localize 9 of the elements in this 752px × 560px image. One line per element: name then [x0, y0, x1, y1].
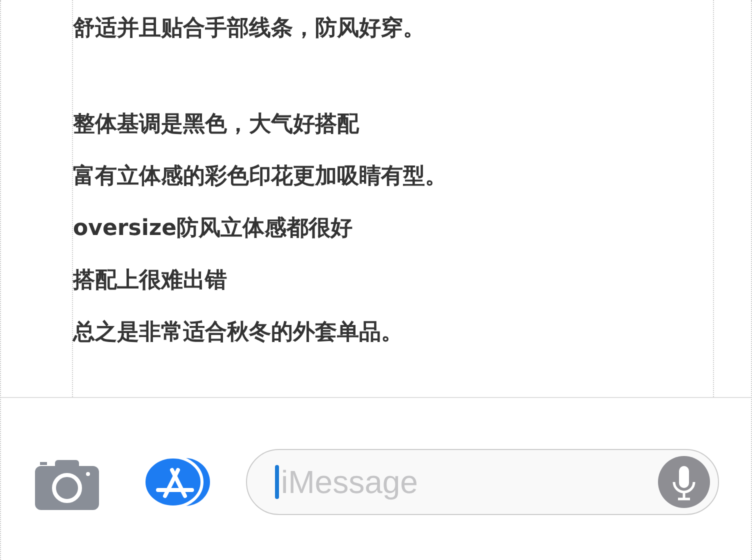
app-store-icon[interactable]: [143, 456, 211, 508]
paragraph: 整体基调是黑色，大气好搭配: [73, 111, 359, 139]
paragraph: 富有立体感的彩色印花更加吸睛有型。: [73, 162, 447, 191]
paragraph: 总之是非常适合秋冬的外套单品。: [73, 318, 403, 347]
paragraph: oversize防风立体感都很好: [73, 214, 353, 243]
paragraph: 搭配上很难出错: [73, 267, 227, 295]
camera-icon[interactable]: [35, 460, 99, 510]
microphone-icon[interactable]: [658, 456, 710, 508]
paragraph: 舒适并且贴合手部线条，防风好穿。: [73, 15, 425, 43]
